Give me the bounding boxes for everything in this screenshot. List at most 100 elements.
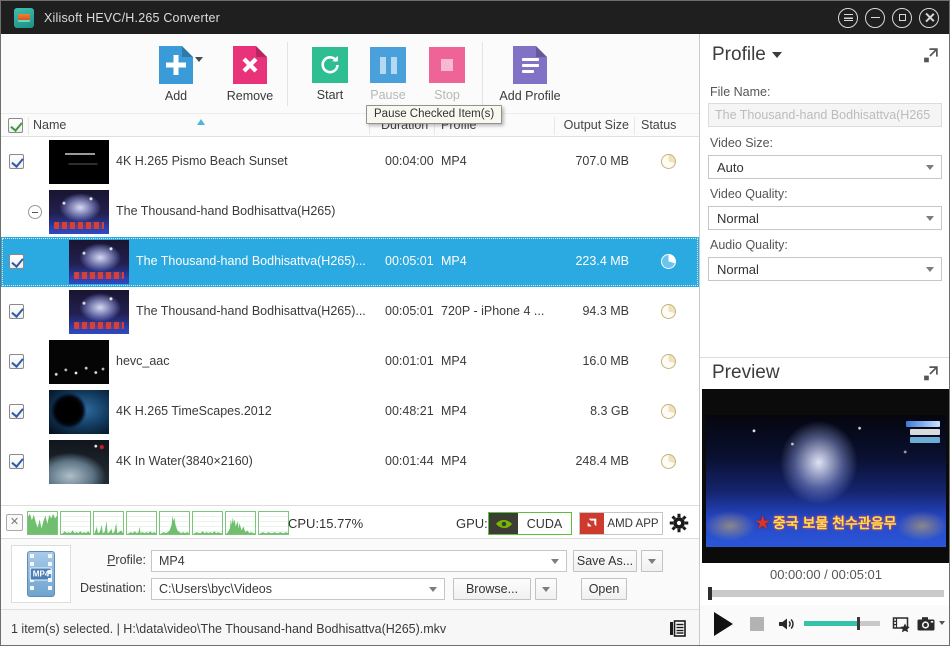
audio-quality-value: Normal <box>717 262 922 277</box>
video-thumbnail <box>49 190 109 234</box>
waiting-status-icon <box>661 454 676 469</box>
waiting-status-icon <box>661 404 676 419</box>
preview-video[interactable]: ★중국 보물 천수관음무 <box>702 389 950 563</box>
column-separator <box>28 117 29 135</box>
chevron-down-icon <box>648 559 656 564</box>
video-size-label: Video Size: <box>710 136 773 150</box>
row-checkbox[interactable] <box>9 154 24 169</box>
row-checkbox[interactable] <box>9 304 24 319</box>
volume-speaker-icon[interactable] <box>776 614 796 634</box>
task-list-icon[interactable] <box>668 619 687 638</box>
cpu-core-graph <box>258 511 289 535</box>
waiting-status-icon <box>661 304 676 319</box>
cpu-core-graph <box>60 511 91 535</box>
stop-label: Stop <box>414 88 480 102</box>
row-checkbox[interactable] <box>9 254 24 269</box>
duration-value: 00:05:01 <box>385 254 443 268</box>
open-button[interactable]: Open <box>581 578 627 600</box>
menu-icon <box>844 14 853 21</box>
column-separator <box>554 117 555 135</box>
add-profile-button[interactable]: Add Profile <box>487 46 573 103</box>
amd-app-badge[interactable]: AMD APP <box>579 512 663 535</box>
close-button[interactable] <box>919 8 939 28</box>
file-name-value: The Thousand-hand Bodhisattva(H265 <box>715 108 930 122</box>
collapse-icon[interactable] <box>28 205 42 219</box>
video-thumbnail <box>69 240 129 284</box>
remove-button[interactable]: Remove <box>217 46 283 103</box>
profile-panel-title[interactable]: Profile <box>712 44 782 66</box>
expand-profile-icon[interactable] <box>922 47 939 64</box>
row-checkbox[interactable] <box>9 454 24 469</box>
expand-preview-icon[interactable] <box>922 365 939 382</box>
output-size-value: 707.0 MB <box>554 154 629 168</box>
browse-dropdown-button[interactable] <box>535 578 557 600</box>
video-quality-select[interactable]: Normal <box>708 206 942 230</box>
add-dropdown-caret[interactable] <box>195 57 203 62</box>
video-thumbnail <box>49 390 109 434</box>
seek-thumb[interactable] <box>708 587 712 600</box>
browse-button[interactable]: Browse... <box>453 578 531 600</box>
add-label: Add <box>143 89 209 103</box>
minimize-button[interactable] <box>865 8 885 28</box>
table-row[interactable]: 4K H.265 Pismo Beach Sunset 00:04:00 MP4… <box>1 137 699 187</box>
menu-button[interactable] <box>838 8 858 28</box>
table-row[interactable]: The Thousand-hand Bodhisattva(H265)... 0… <box>1 237 699 287</box>
row-checkbox[interactable] <box>9 354 24 369</box>
save-as-dropdown-button[interactable] <box>641 550 663 572</box>
table-row[interactable]: 4K In Water(3840×2160) 00:01:44 MP4 248.… <box>1 437 699 487</box>
column-status[interactable]: Status <box>641 118 676 132</box>
duration-value: 00:04:00 <box>385 154 443 168</box>
column-name[interactable]: Name <box>33 118 66 132</box>
cuda-badge[interactable]: CUDA <box>488 512 572 535</box>
volume-thumb[interactable] <box>857 617 860 630</box>
settings-gear-icon[interactable] <box>669 513 689 533</box>
volume-slider[interactable] <box>804 621 880 626</box>
snapshot-dropdown-caret[interactable] <box>939 621 945 625</box>
favorite-clip-icon[interactable] <box>892 614 912 634</box>
file-name: The Thousand-hand Bodhisattva(H265)... <box>136 304 371 318</box>
profile-combo[interactable]: MP4 <box>151 550 567 572</box>
duration-value: 00:01:01 <box>385 354 443 368</box>
cpu-usage-label: CPU:15.77% <box>288 516 363 531</box>
cpu-core-graph <box>93 511 124 535</box>
file-name-input[interactable]: The Thousand-hand Bodhisattva(H265 <box>708 103 942 127</box>
chevron-down-icon <box>551 559 559 564</box>
file-name: The Thousand-hand Bodhisattva(H265)... <box>136 254 371 268</box>
add-button[interactable]: Add <box>143 46 209 103</box>
row-checkbox[interactable] <box>9 404 24 419</box>
start-button[interactable]: Start <box>297 46 363 102</box>
video-size-select[interactable]: Auto <box>708 155 942 179</box>
snapshot-camera-icon[interactable] <box>916 614 936 634</box>
remove-document-icon <box>233 46 267 84</box>
table-row[interactable]: The Thousand-hand Bodhisattva(H265)... 0… <box>1 287 699 337</box>
table-row[interactable]: The Thousand-hand Bodhisattva(H265) <box>1 187 699 237</box>
stop-button[interactable]: Stop <box>414 46 480 102</box>
waiting-status-icon <box>661 154 676 169</box>
chevron-down-icon <box>542 587 550 592</box>
waiting-status-icon <box>661 354 676 369</box>
video-thumbnail <box>49 440 109 484</box>
chevron-down-icon <box>772 52 782 58</box>
pause-button[interactable]: Pause <box>355 46 421 102</box>
cpu-core-graph <box>126 511 157 535</box>
meter-close-button[interactable]: ✕ <box>6 514 23 531</box>
seek-bar[interactable] <box>708 590 944 597</box>
star-icon: ★ <box>755 515 769 532</box>
video-thumbnail <box>49 340 109 384</box>
audio-quality-select[interactable]: Normal <box>708 257 942 281</box>
add-profile-document-icon <box>513 46 547 84</box>
maximize-button[interactable] <box>892 8 912 28</box>
toolbar: Add Remove Start Pause Stop Add Profile <box>1 34 699 113</box>
status-text: 1 item(s) selected. | H:\data\video\The … <box>11 622 446 636</box>
save-as-button[interactable]: Save As... <box>573 550 637 572</box>
play-button[interactable] <box>714 612 733 636</box>
column-output-size[interactable]: Output Size <box>559 118 629 132</box>
player-stop-button[interactable] <box>750 617 764 631</box>
destination-combo[interactable]: C:\Users\byc\Videos <box>151 578 445 600</box>
right-panel: Profile File Name: The Thousand-hand Bod… <box>699 34 950 646</box>
table-row[interactable]: hevc_aac 00:01:01 MP4 16.0 MB <box>1 337 699 387</box>
profile-value: MP4 <box>441 154 553 168</box>
file-list: 4K H.265 Pismo Beach Sunset 00:04:00 MP4… <box>1 137 699 506</box>
table-row[interactable]: 4K H.265 TimeScapes.2012 00:48:21 MP4 8.… <box>1 387 699 437</box>
file-name-label: File Name: <box>710 85 770 99</box>
